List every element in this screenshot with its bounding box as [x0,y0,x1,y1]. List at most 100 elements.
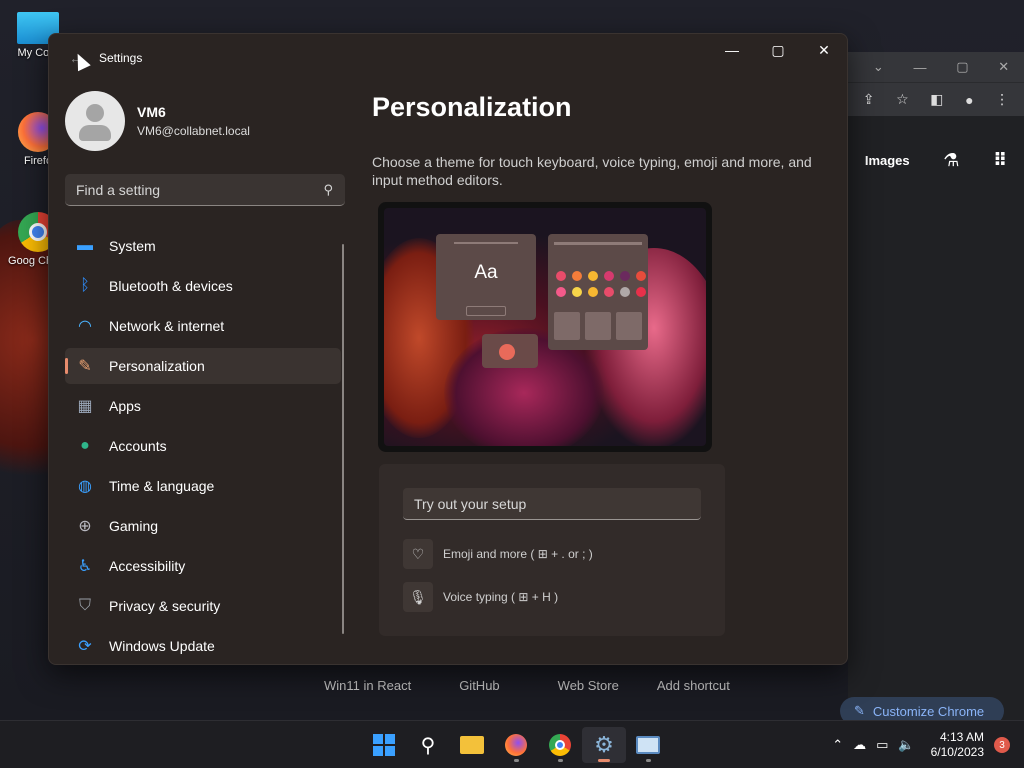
sidebar-item-accessibility[interactable]: ♿ Accessibility [65,548,341,584]
close-button[interactable]: ✕ [801,34,847,66]
monitor-chart-icon [636,736,660,754]
images-link[interactable]: Images [865,153,910,168]
sidebar-item-windows-update[interactable]: ⟳ Windows Update [65,628,341,664]
emoji-icon: ♡ [403,539,433,569]
clock[interactable]: 4:13 AM 6/10/2023 [931,730,984,760]
sidebar-item-label: Accessibility [109,558,186,574]
user-name: VM6 [137,104,166,120]
sidebar-item-accounts[interactable]: ● Accounts [65,428,341,464]
sidepanel-icon[interactable]: ◧ [930,91,943,108]
voice-label: Voice typing ( ⊞ + H ) [443,590,559,604]
accessibility-icon: ♿ [77,558,93,575]
brush-icon: ✎ [78,358,92,375]
pencil-icon: ✎ [854,703,865,718]
page-description: Choose a theme for touch keyboard, voice… [372,154,812,188]
windows-logo-icon [373,734,395,756]
clock-time: 4:13 AM [939,730,984,744]
firefox-button[interactable] [494,727,538,763]
wifi-icon: ◠ [78,318,92,335]
sidebar-item-personalization[interactable]: ✎ Personalization [65,348,341,384]
search-icon: ⚲ [323,181,333,197]
network-icon[interactable]: ▭ [876,737,888,753]
sidebar-item-apps[interactable]: ▦ Apps [65,388,341,424]
shortcut-webstore[interactable]: Web Store [544,678,633,693]
chevron-up-icon[interactable]: ⌃ [832,737,843,753]
folder-icon [460,736,484,754]
globe-icon: ◍ [78,478,92,495]
sidebar-item-label: Personalization [109,358,205,374]
tryout-panel: Try out your setup ♡ Emoji and more ( ⊞ … [379,464,725,636]
nav-scrollbar[interactable] [342,244,344,634]
sidebar-item-label: Bluetooth & devices [109,278,233,294]
settings-nav: ▬ System ᛒ Bluetooth & devices ◠ Network & in… [65,228,341,664]
settings-button[interactable]: ⚙ [582,727,626,763]
file-explorer-button[interactable] [450,727,494,763]
user-email: VM6@collabnet.local [137,124,250,138]
sidebar-item-label: Windows Update [109,638,215,654]
sidebar-item-gaming[interactable]: ⊕ Gaming [65,508,341,544]
apps-grid-icon[interactable]: ⠿ [993,150,1007,171]
sidebar-item-bluetooth-devices[interactable]: ᛒ Bluetooth & devices [65,268,341,304]
sidebar-item-label: Gaming [109,518,159,534]
microphone-icon: 🎙 [403,582,433,612]
gear-icon: ⚙ [594,732,614,757]
sidebar-item-network-internet[interactable]: ◠ Network & internet [65,308,341,344]
shortcut-github[interactable]: GitHub [445,678,513,693]
firefox-icon [505,734,527,756]
chrome-window: ⌄ — ▢ ✕ ⇪ ☆ ◧ ● ⋮ Images ⚗ ⠿ [848,52,1024,720]
clock-date: 6/10/2023 [930,745,984,759]
customize-chrome-button[interactable]: ✎ Customize Chrome [840,697,1004,720]
share-icon[interactable]: ⇪ [863,91,875,108]
tryout-placeholder: Try out your setup [414,495,527,512]
sidebar-item-label: Accounts [109,438,167,454]
search-icon: ⚲ [420,734,436,757]
maximize-button[interactable]: ▢ [755,34,801,66]
kebab-menu-icon[interactable]: ⋮ [995,91,1009,108]
gamepad-icon: ⊕ [78,518,92,535]
update-icon: ⟳ [78,638,92,655]
sidebar-item-system[interactable]: ▬ System [65,228,341,264]
minimize-button[interactable]: — [913,60,926,75]
search-input[interactable]: Find a setting ⚲ [65,174,345,206]
preview-sample-text: Aa [474,262,498,283]
taskbar: ⚲ ⚙ ⌃ ☁ ▭ 🔈 4:13 AM 6/10/2023 3 [0,720,1024,768]
shortcut-add[interactable]: Add shortcut [643,678,744,693]
shortcut-win11[interactable]: Win11 in React [310,678,425,693]
tryout-input[interactable]: Try out your setup [403,488,701,520]
volume-icon[interactable]: 🔈 [898,737,914,753]
profile-icon[interactable]: ● [965,92,973,108]
maximize-button[interactable]: ▢ [956,59,968,75]
sidebar-item-privacy-security[interactable]: ⛉ Privacy & security [65,588,341,624]
chrome-button[interactable] [538,727,582,763]
preview-color-palette [548,234,648,350]
personalization-page: Personalization Choose a theme for touch… [372,92,832,636]
search-button[interactable]: ⚲ [406,727,450,763]
window-controls: — ▢ ✕ [709,34,847,66]
settings-window: ← Settings — ▢ ✕ VM6 VM6@collabnet.local… [48,33,848,665]
system-tray: ⌃ ☁ ▭ 🔈 4:13 AM 6/10/2023 3 [832,721,1010,768]
avatar [65,91,125,151]
customize-chrome-label: Customize Chrome [872,703,985,719]
shield-icon: ⛉ [78,597,91,614]
preview-window: Aa [436,234,536,320]
labs-icon[interactable]: ⚗ [943,150,959,171]
onedrive-icon[interactable]: ☁ [853,737,866,753]
window-title: Settings [99,51,143,65]
chrome-icon [549,734,571,756]
star-icon[interactable]: ☆ [896,91,909,108]
user-profile[interactable]: VM6 VM6@collabnet.local [65,91,250,151]
voice-shortcut-row[interactable]: 🎙 Voice typing ( ⊞ + H ) [403,582,558,612]
sidebar-item-label: System [109,238,156,254]
sidebar-item-time-language[interactable]: ◍ Time & language [65,468,341,504]
chrome-toolbar: ⇪ ☆ ◧ ● ⋮ [848,82,1024,116]
minimize-button[interactable]: — [709,34,755,66]
notification-badge[interactable]: 3 [994,737,1010,753]
start-button[interactable] [362,727,406,763]
search-placeholder: Find a setting [76,181,161,198]
task-manager-button[interactable] [626,727,670,763]
chrome-titlebar: ⌄ — ▢ ✕ [848,52,1024,82]
chevron-down-icon[interactable]: ⌄ [873,59,884,75]
emoji-label: Emoji and more ( ⊞ + . or ; ) [443,547,593,561]
close-button[interactable]: ✕ [998,59,1009,75]
emoji-shortcut-row[interactable]: ♡ Emoji and more ( ⊞ + . or ; ) [403,539,593,569]
